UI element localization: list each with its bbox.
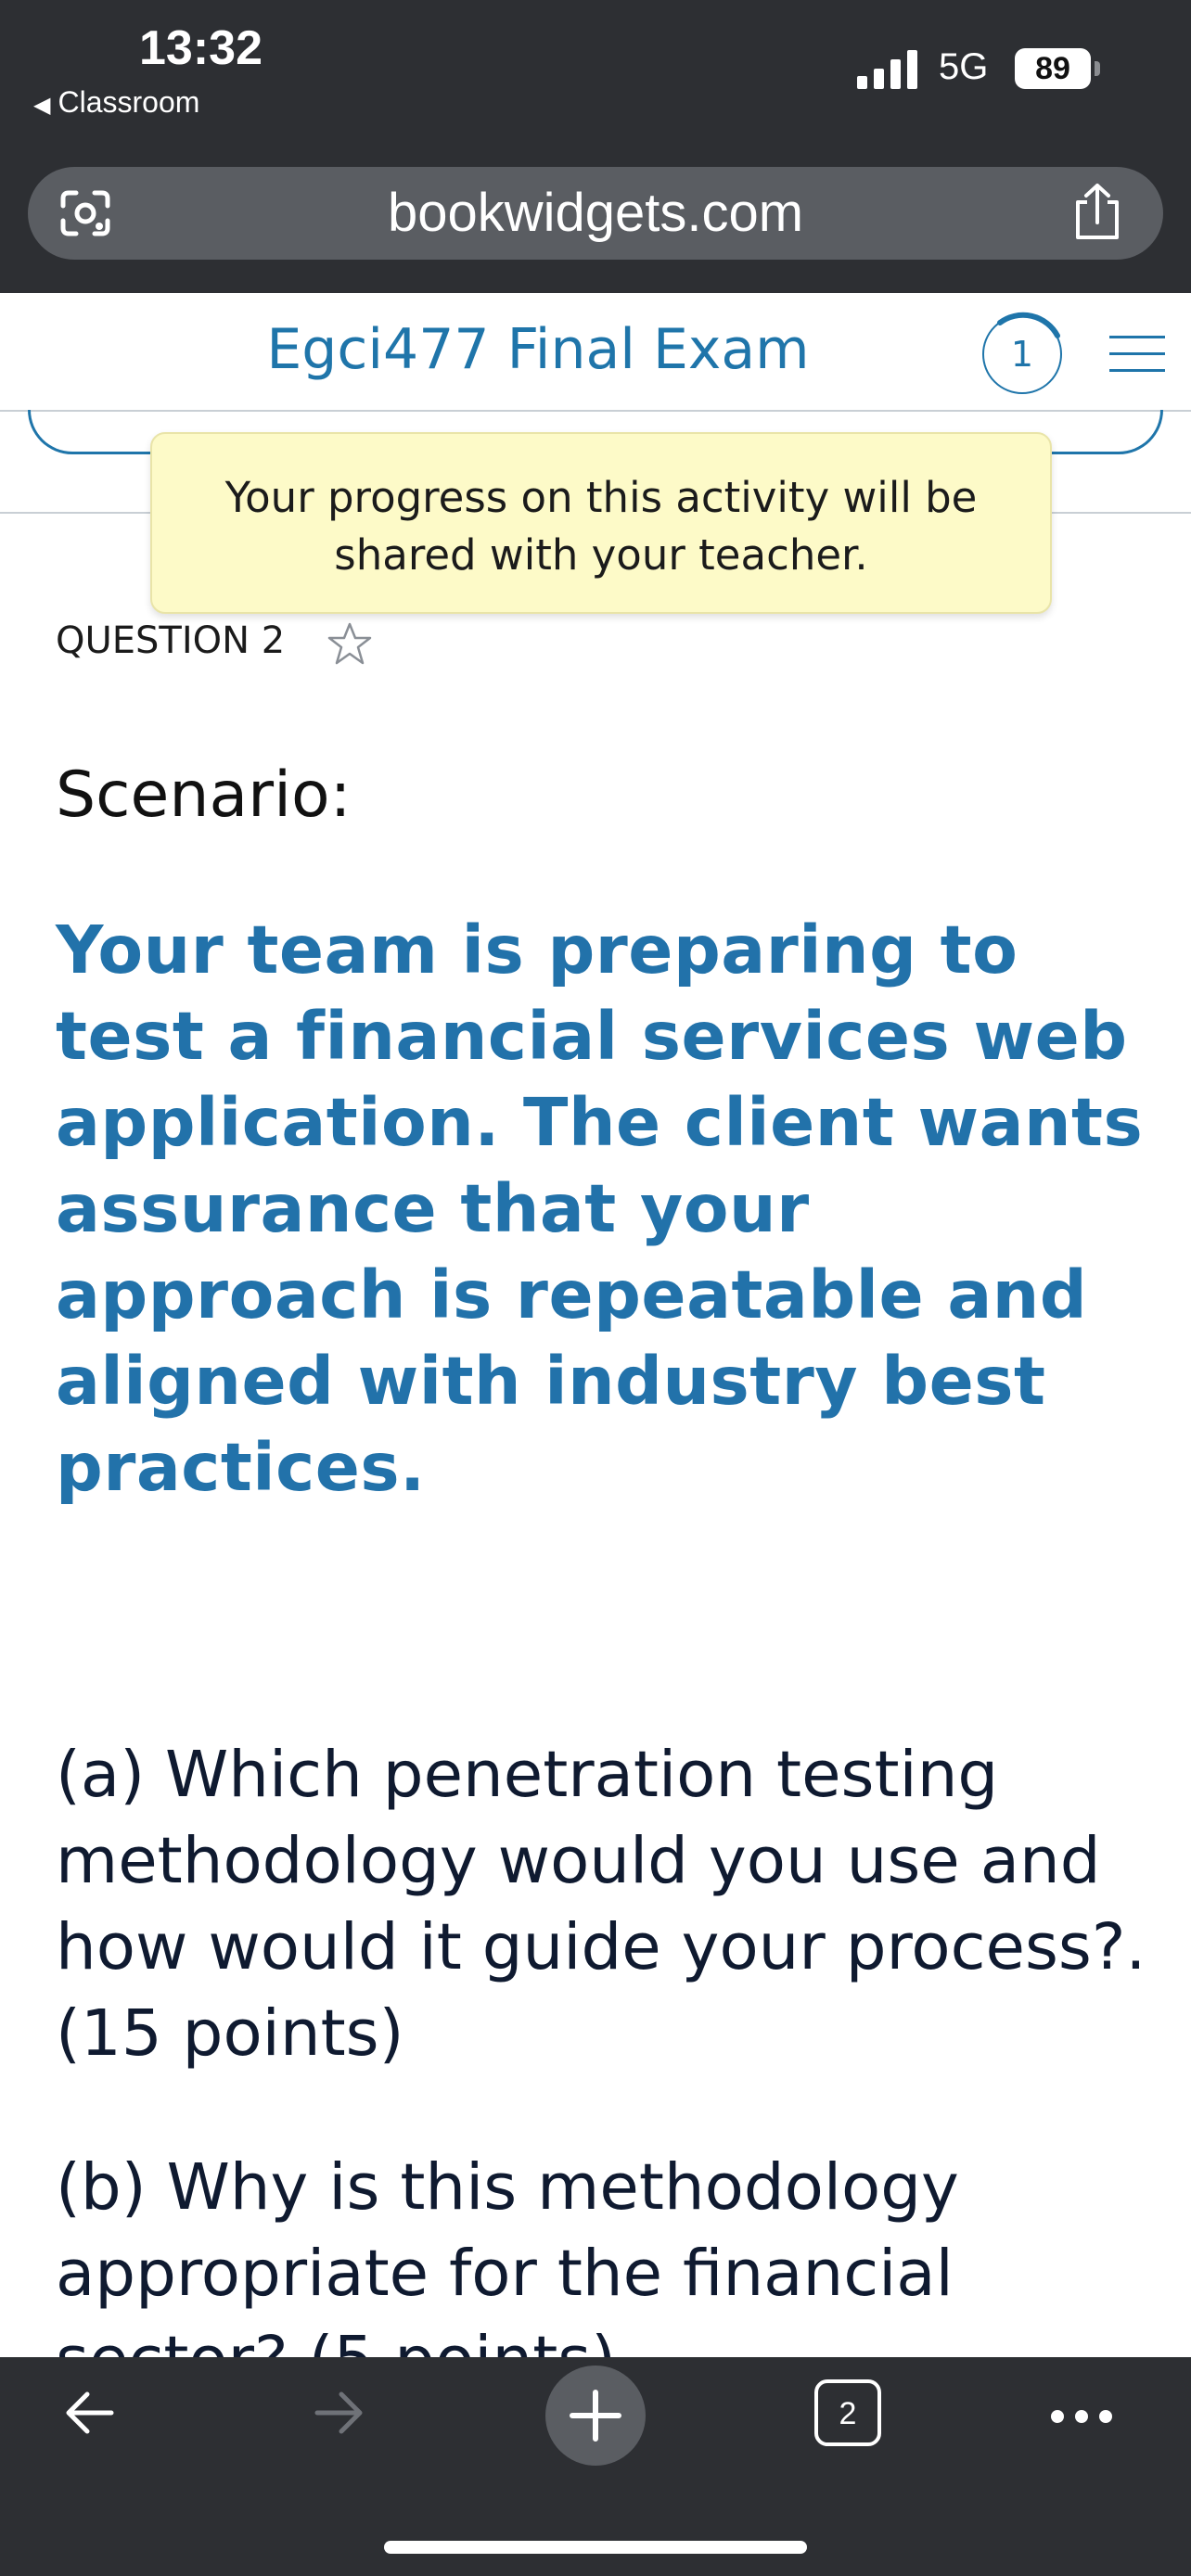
status-time: 13:32 [139, 21, 263, 75]
question-part-a: (a) Which penetration testing methodolog… [56, 1738, 1146, 2071]
tabs-button[interactable]: 2 [792, 2357, 903, 2478]
battery-tip [1095, 61, 1100, 76]
progress-indicator[interactable]: 1 [980, 312, 1065, 397]
address-bar[interactable]: bookwidgets.com [28, 167, 1163, 260]
tab-count: 2 [839, 2396, 857, 2431]
back-triangle-icon: ◀ [33, 93, 51, 118]
back-button[interactable] [33, 2357, 145, 2478]
tabs-icon: 2 [814, 2379, 881, 2446]
more-options-button[interactable] [1026, 2357, 1137, 2478]
back-app-label: Classroom [58, 85, 200, 119]
new-tab-button[interactable] [540, 2357, 651, 2478]
question-label: QUESTION 2 [56, 619, 286, 662]
network-type: 5G [939, 46, 989, 87]
progress-sharing-toast: Your progress on this activity will be s… [150, 432, 1052, 614]
ellipsis-icon [1051, 2410, 1112, 2423]
exam-title: Egci477 Final Exam [266, 317, 810, 382]
toast-message: Your progress on this activity will be s… [224, 473, 978, 580]
scenario-text: Your team is preparing to test a financi… [56, 912, 1144, 1506]
back-to-app-link[interactable]: ◀ Classroom [33, 85, 199, 120]
arrow-right-icon [314, 2391, 363, 2434]
forward-button[interactable] [284, 2357, 395, 2478]
browser-bottom-toolbar: 2 [0, 2357, 1191, 2576]
plus-icon [545, 2366, 646, 2466]
home-indicator[interactable] [384, 2541, 807, 2554]
hamburger-menu-icon[interactable] [1109, 336, 1165, 373]
share-icon[interactable] [1069, 182, 1126, 243]
battery-icon: 89 [1015, 48, 1091, 89]
exam-header: Egci477 Final Exam 1 [0, 293, 1191, 412]
star-outline-icon[interactable] [327, 621, 373, 666]
url-text: bookwidgets.com [387, 183, 804, 243]
cellular-signal-icon [857, 48, 920, 89]
progress-number: 1 [1010, 334, 1034, 375]
browser-top-chrome: 13:32 ◀ Classroom 5G 89 bookwidgets.com [0, 0, 1191, 293]
scenario-heading: Scenario: [56, 759, 352, 832]
arrow-left-icon [66, 2391, 114, 2434]
